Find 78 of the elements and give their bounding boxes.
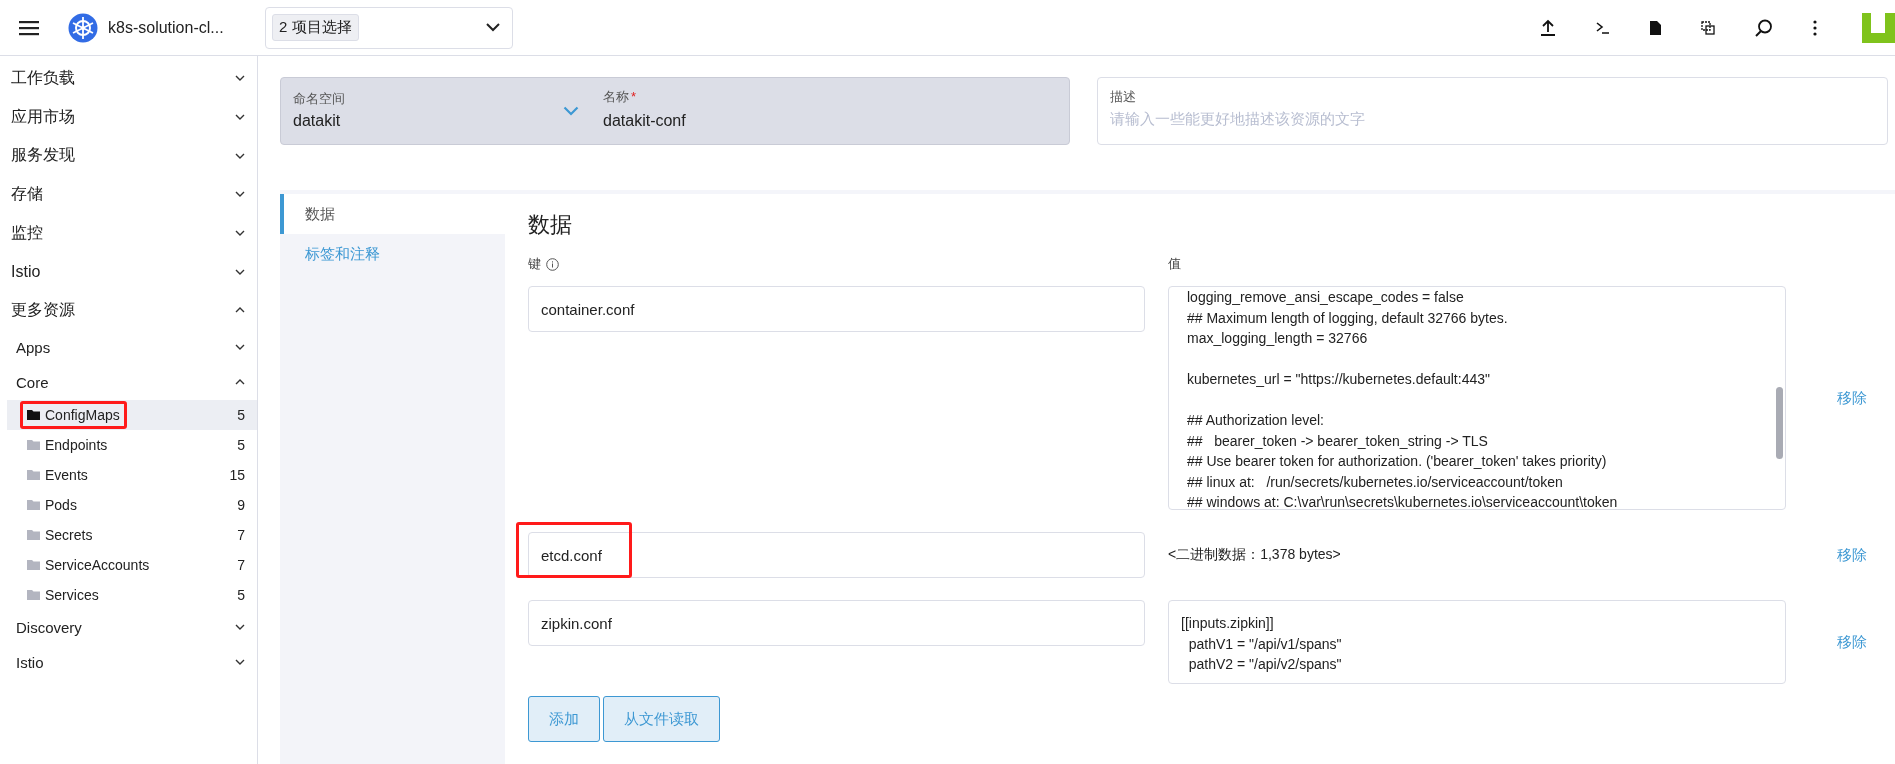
folder-icon <box>27 469 40 480</box>
sidebar-group[interactable]: 存储 <box>0 175 257 214</box>
item-count: 5 <box>237 436 245 453</box>
sidebar-group[interactable]: Discovery <box>0 609 257 645</box>
upload-icon[interactable] <box>1540 18 1556 37</box>
sidebar-item[interactable]: Services 5 <box>7 579 257 610</box>
sidebar-group-label: Core <box>16 373 49 391</box>
cluster-name: k8s-solution-cl... <box>108 18 225 37</box>
sidebar-group[interactable]: 工作负载 <box>0 59 257 98</box>
side-tab[interactable]: 数据 <box>280 194 505 234</box>
sidebar-group-label: 工作负载 <box>11 67 75 88</box>
sidebar-item[interactable]: Events 15 <box>7 459 257 490</box>
key-input[interactable]: container.conf <box>528 286 1145 332</box>
column-header: 键 <box>528 255 541 273</box>
app-logo-icon <box>1862 12 1895 43</box>
sidebar-item[interactable]: ServiceAccounts 7 <box>7 549 257 580</box>
sidebar-item-label: Services <box>45 586 99 603</box>
sidebar-group[interactable]: Istio <box>0 252 257 292</box>
caret-icon <box>486 23 500 32</box>
menu-icon[interactable] <box>19 19 39 36</box>
sidebar-item-label: ServiceAccounts <box>45 556 150 573</box>
item-count: 15 <box>229 466 245 483</box>
column-header: 值 <box>1168 255 1181 273</box>
info-icon <box>546 257 559 271</box>
sidebar-group-label: Istio <box>16 653 44 671</box>
sidebar-item-label: ConfigMaps <box>45 406 120 423</box>
search-icon[interactable] <box>1755 18 1773 37</box>
folder-icon <box>27 589 40 600</box>
sidebar-item[interactable]: ConfigMaps 5 <box>7 399 257 430</box>
item-count: 7 <box>237 526 245 543</box>
sidebar-item[interactable]: Pods 9 <box>7 489 257 520</box>
copy-icon[interactable] <box>1701 20 1715 35</box>
sidebar-group[interactable]: Core <box>0 364 257 400</box>
sidebar-group-label: 应用市场 <box>11 106 75 127</box>
folder-icon <box>27 529 40 540</box>
placeholder-text: 请输入一些能更好地描述该资源的文字 <box>1110 110 1365 129</box>
value-textarea[interactable]: [[inputs.zipkin]] pathV1 = "/api/v1/spans" pathV2 = "/api/v2/spans" <box>1168 600 1786 684</box>
sidebar-item-label: Endpoints <box>45 436 108 453</box>
sidebar-item[interactable]: Endpoints 5 <box>7 429 257 460</box>
folder-icon <box>27 439 40 450</box>
item-count: 9 <box>237 496 245 513</box>
sidebar-group-label: 监控 <box>11 222 43 243</box>
field-label: 描述 <box>1110 88 1137 106</box>
helm-wheel-logo-icon <box>68 12 98 43</box>
sidebar-group-label: Istio <box>11 262 41 281</box>
folder-icon <box>27 499 40 510</box>
project-select-value: 2 项目选择 <box>272 14 359 41</box>
sidebar-group-label: 存储 <box>11 183 43 204</box>
file-icon[interactable] <box>1650 20 1661 35</box>
sidebar-item-label: Events <box>45 466 88 483</box>
scrollbar-thumb[interactable] <box>1776 387 1783 459</box>
project-select[interactable]: 2 项目选择 <box>265 6 513 49</box>
folder-icon <box>27 409 40 420</box>
sidebar-group-label: Apps <box>16 338 51 356</box>
sidebar-group[interactable]: 更多资源 <box>0 291 257 330</box>
key-input[interactable]: zipkin.conf <box>528 600 1145 646</box>
description-field[interactable]: 描述 请输入一些能更好地描述该资源的文字 <box>1097 77 1888 145</box>
sidebar-group[interactable]: 监控 <box>0 213 257 253</box>
sidebar-group[interactable]: 服务发现 <box>0 136 257 176</box>
sidebar-group[interactable]: Apps <box>0 329 257 365</box>
more-options-icon[interactable] <box>1813 19 1817 36</box>
sidebar-group[interactable]: 应用市场 <box>0 97 257 137</box>
binary-data-note: <二进制数据：1,378 bytes> <box>1168 546 1341 564</box>
sidebar-item[interactable]: Secrets 7 <box>7 519 257 550</box>
section-title: 数据 <box>528 211 573 239</box>
item-count: 5 <box>237 586 245 603</box>
sidebar-item-label: Secrets <box>45 526 93 543</box>
terminal-icon[interactable] <box>1596 20 1610 35</box>
sidebar-group-label: Discovery <box>16 618 82 636</box>
sidebar-item-label: Pods <box>45 496 77 513</box>
sidebar-group[interactable]: Istio <box>0 644 257 680</box>
value-textarea[interactable]: logging_remove_ansi_escape_codes = false ## Maximum length of logging, default 32766 bytes. max_logging_length = 32766 kubernetes_url = "https://kubernetes.default:443" ## Authorization level: ## bearer_token -> bearer_token_string -> TLS ## Use bearer token for authorization. ('bearer_token' takes priority) ## linux at: /run/secrets/kubernetes.io/serviceaccount/token ## windows at: C:\var\run\secrets\kubernetes.io\serviceaccount\token <box>1168 286 1786 510</box>
folder-icon <box>27 559 40 570</box>
item-count: 7 <box>237 556 245 573</box>
key-input[interactable]: etcd.conf <box>528 532 1145 578</box>
sidebar-group-label: 更多资源 <box>11 299 75 320</box>
item-count: 5 <box>237 406 245 423</box>
sidebar-group-label: 服务发现 <box>11 145 75 166</box>
